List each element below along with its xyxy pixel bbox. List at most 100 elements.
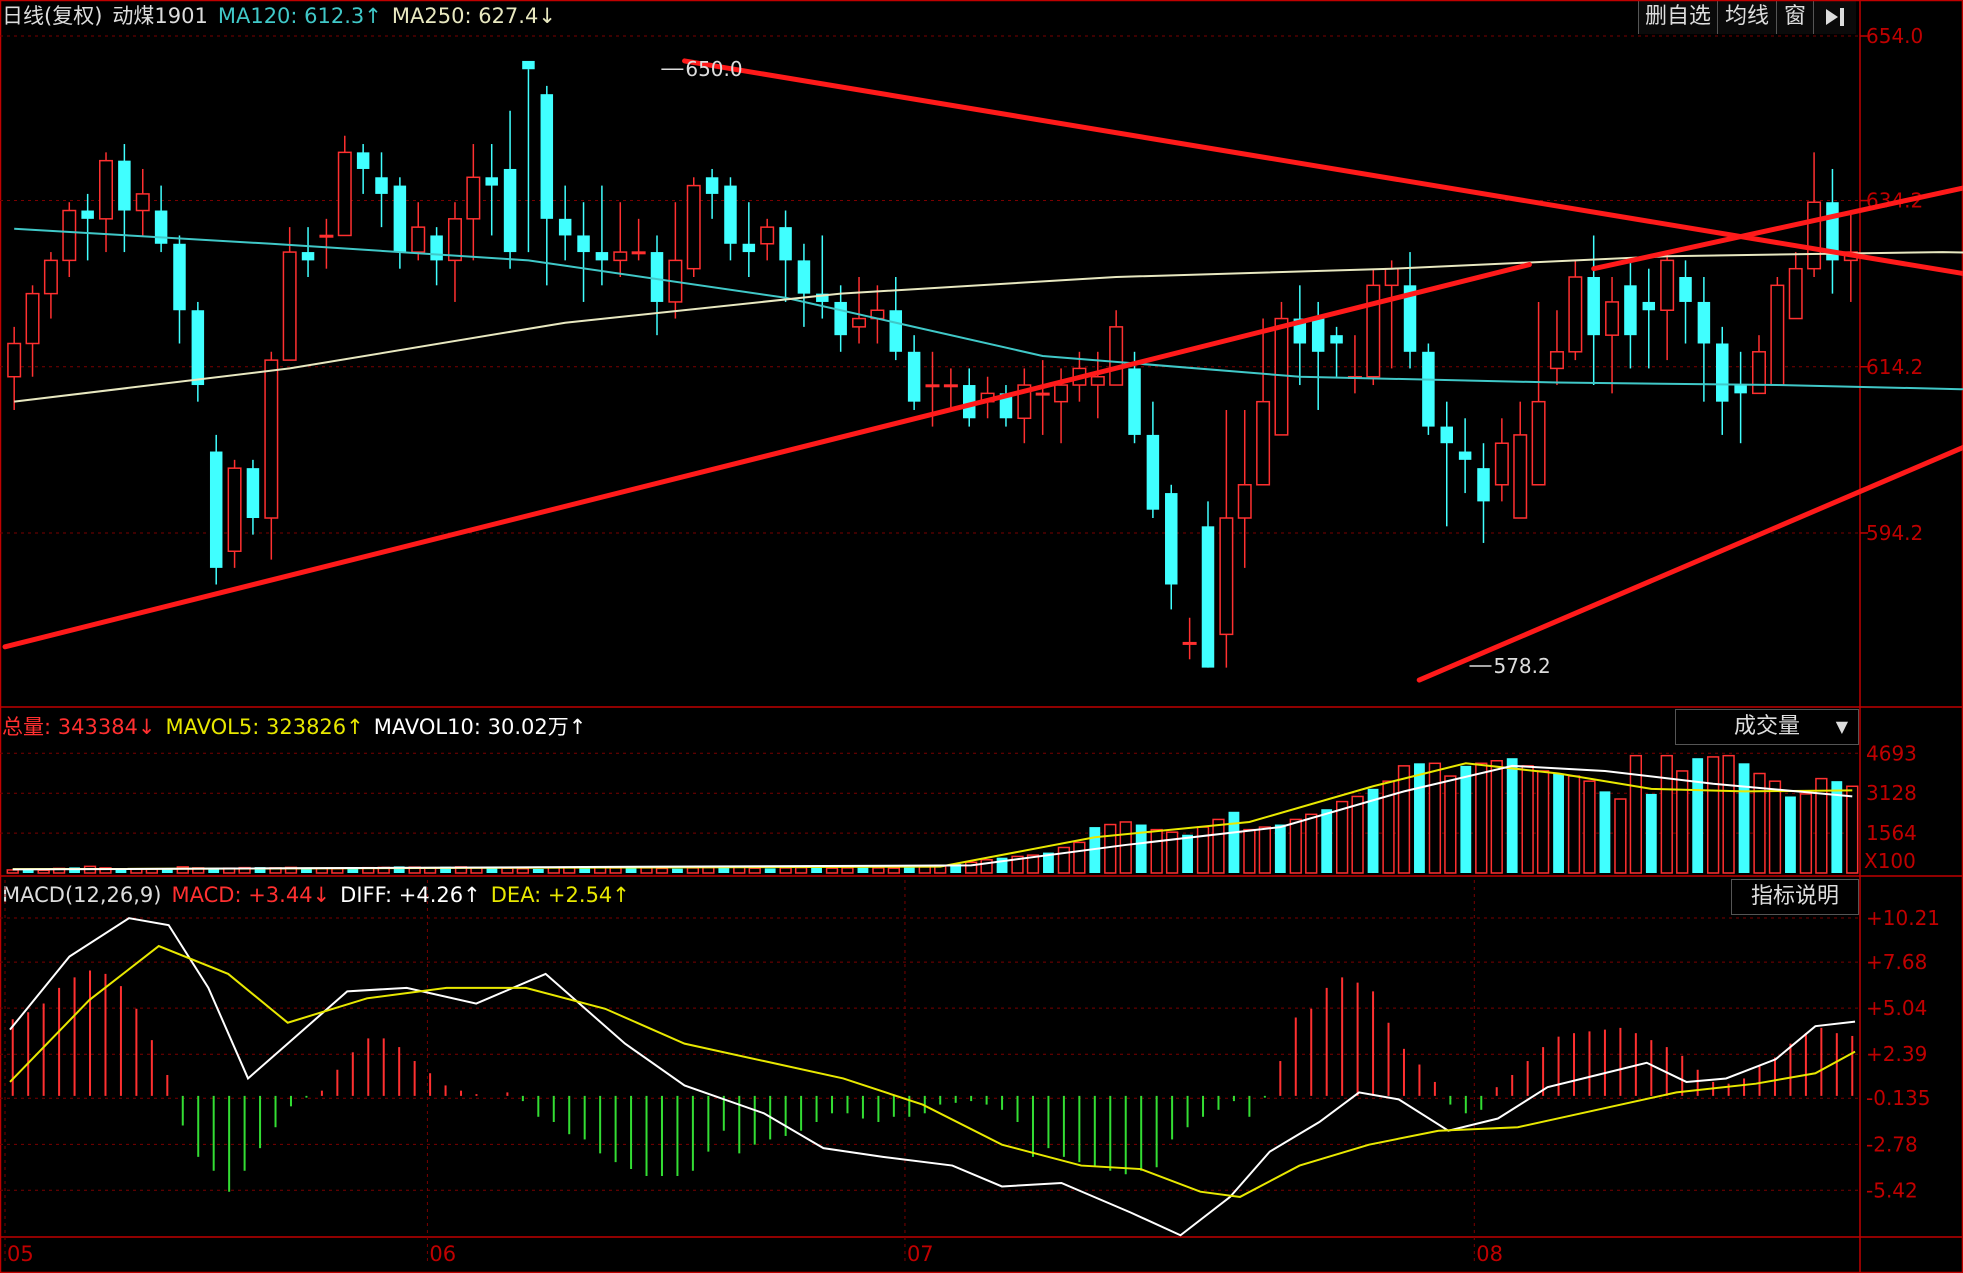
candle-body [1182, 641, 1197, 645]
volume-bar [37, 869, 50, 874]
volume-bar [1768, 780, 1782, 874]
volume-bar [1599, 791, 1611, 873]
dea-line [9, 944, 1856, 1198]
candle-body [1458, 451, 1472, 460]
candle-body [852, 317, 867, 328]
candle-body [375, 177, 388, 194]
diff-line [9, 917, 1856, 1237]
candle-body [724, 185, 737, 244]
macd-tick-label: -5.42 [1866, 1178, 1918, 1202]
candle-body [191, 310, 205, 386]
candle-body [1384, 267, 1399, 287]
volume-bar [1645, 793, 1657, 873]
volume-bar [1660, 754, 1673, 874]
candle-body [742, 243, 756, 253]
stock-chart-window: { "header": { "period": "日线(复权)", "symbo… [0, 0, 1963, 1273]
candle-body [7, 342, 22, 378]
volume-bar [1289, 818, 1302, 874]
volume-bar [1351, 795, 1364, 874]
candle-body [43, 259, 58, 295]
volume-bar [811, 867, 822, 873]
time-tick-label: 05 [7, 1242, 34, 1266]
candle-body [1035, 392, 1050, 396]
volume-bar [1428, 762, 1442, 874]
volume-bar [1057, 846, 1071, 874]
volume-tick-label: 4693 [1866, 741, 1917, 765]
candle-body [1146, 434, 1160, 510]
candle-body [595, 252, 609, 261]
candle-body [522, 60, 535, 70]
volume-bar [903, 867, 915, 873]
volume-bar [640, 867, 653, 874]
candle-body [1587, 277, 1600, 336]
candle-body [1531, 400, 1546, 486]
candle-body [1770, 284, 1785, 386]
volume-bar [733, 866, 746, 874]
candle-body [81, 210, 94, 219]
candle-body [447, 218, 462, 262]
volume-bar [1196, 826, 1210, 874]
volume-bar [779, 867, 792, 874]
volume-bar [1706, 756, 1720, 874]
macd-tick-label: +5.04 [1866, 996, 1927, 1020]
candle-body [1440, 426, 1454, 444]
volume-bar [794, 866, 808, 874]
volume-bar [1073, 841, 1086, 874]
candle-body [227, 467, 242, 553]
candle-body [246, 468, 260, 519]
candle-body [1330, 335, 1343, 344]
candle-body [631, 251, 646, 255]
volume-bar [1274, 824, 1286, 873]
chart-canvas: 654.0634.2614.2594.2469331281564X100+10.… [0, 0, 1963, 1273]
candle-body [301, 252, 315, 261]
candle-body [135, 193, 150, 212]
candle-body [834, 301, 847, 336]
candle-body [705, 177, 719, 194]
volume-bar [1150, 828, 1163, 874]
volume-bar [1104, 823, 1117, 874]
volume-bar [872, 867, 885, 874]
candle-body [25, 292, 40, 345]
volume-unit-label: X100 [1864, 849, 1916, 873]
volume-bar [1305, 813, 1318, 874]
candle-body [1201, 526, 1215, 668]
volume-bar [1490, 760, 1503, 874]
volume-tick-label: 3128 [1866, 781, 1917, 805]
candle-body [613, 251, 628, 262]
volume-bar [1414, 763, 1425, 873]
candle-body [1513, 434, 1528, 519]
candle-body [466, 176, 481, 220]
candle-body [62, 209, 77, 262]
candle-body [907, 351, 921, 402]
candle-body [1477, 468, 1490, 502]
macd-tick-label: -2.78 [1866, 1132, 1918, 1156]
volume-bar [1738, 763, 1750, 873]
volume-bar [1536, 770, 1550, 874]
volume-bar [331, 867, 344, 874]
candle-body [1734, 385, 1747, 394]
volume-bar [918, 866, 931, 874]
candle-body [1165, 493, 1178, 585]
candle-body [1624, 285, 1637, 336]
candle-body [779, 227, 792, 261]
volume-bar [609, 867, 622, 874]
volume-bar [1444, 775, 1457, 874]
candle-body [282, 251, 297, 361]
volume-bar [1460, 765, 1472, 873]
candle-body [1256, 400, 1271, 486]
candle-body [1642, 301, 1656, 311]
volume-bar [1676, 770, 1689, 874]
candle-body [1219, 517, 1234, 636]
candle-body [1788, 267, 1803, 320]
candle-body [1807, 201, 1822, 270]
trend-line [2, 262, 1532, 650]
volume-bar [1614, 798, 1627, 874]
volume-bar [980, 858, 993, 874]
candle-body [760, 226, 775, 245]
candle-body [209, 451, 223, 568]
candle-body [1109, 326, 1124, 386]
volume-tick-label: 1564 [1866, 821, 1917, 845]
price-tick-label: 654.0 [1866, 24, 1923, 48]
candle-body [393, 185, 407, 253]
candle-body [411, 226, 426, 253]
